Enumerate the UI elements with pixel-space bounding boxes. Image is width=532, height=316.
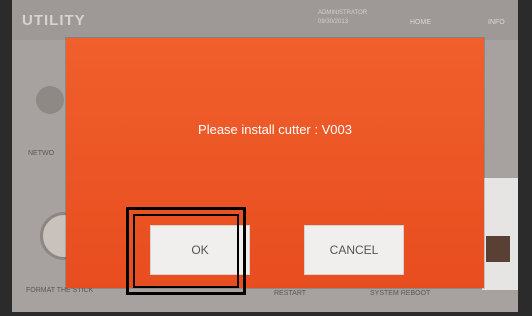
cancel-button[interactable]: CANCEL — [304, 225, 404, 275]
status-area: ADMINISTRATOR 09/30/2013 — [318, 9, 367, 27]
right-panel — [482, 178, 518, 290]
right-square — [486, 236, 510, 262]
format-label: FORMAT THE STICK — [26, 287, 94, 294]
ok-button-highlight — [126, 207, 246, 295]
restart-label: RESTART — [274, 290, 307, 297]
network-icon[interactable] — [36, 86, 64, 114]
status-date: 09/30/2013 — [318, 19, 349, 25]
device-screen: UTILITY ADMINISTRATOR 09/30/2013 HOME IN… — [12, 0, 518, 312]
top-bar: UTILITY ADMINISTRATOR 09/30/2013 HOME IN… — [12, 0, 518, 40]
dialog-message: Please install cutter : V003 — [198, 122, 352, 137]
network-label: NETWO — [28, 150, 55, 157]
status-user: ADMINISTRATOR — [318, 10, 368, 16]
nav-info[interactable]: INFO — [488, 19, 505, 26]
ok-button-highlight-inner — [133, 214, 239, 288]
app-title: UTILITY — [22, 12, 86, 29]
system-reboot-label: SYSTEM REBOOT — [370, 290, 431, 297]
nav-home[interactable]: HOME — [410, 19, 431, 26]
